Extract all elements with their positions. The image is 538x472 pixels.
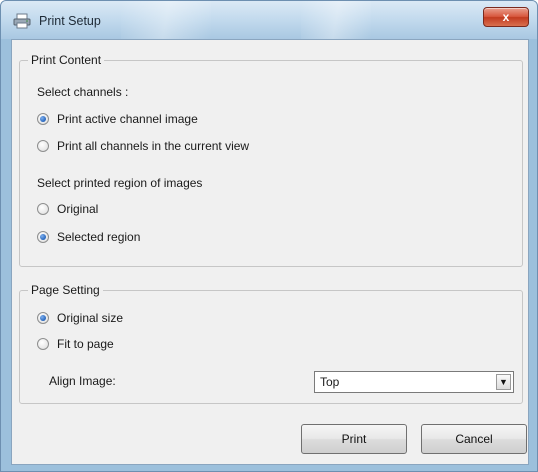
- title-bar[interactable]: Print Setup x: [1, 1, 537, 39]
- align-image-select[interactable]: Top ▼: [314, 371, 514, 393]
- close-icon: x: [502, 10, 510, 24]
- radio-checked-icon: [37, 312, 49, 324]
- radio-fit-to-page[interactable]: Fit to page: [37, 337, 114, 351]
- radio-label: Original size: [57, 311, 124, 325]
- print-content-legend: Print Content: [28, 53, 105, 67]
- print-button[interactable]: Print: [301, 424, 407, 454]
- window-title: Print Setup: [39, 14, 101, 28]
- title-glass-streak: [301, 1, 371, 39]
- select-channels-label: Select channels :: [37, 85, 129, 99]
- radio-unchecked-icon: [37, 140, 49, 152]
- page-setting-legend: Page Setting: [28, 283, 103, 297]
- radio-region-selected[interactable]: Selected region: [37, 230, 140, 244]
- print-setup-dialog: Print Setup x Print Content Select chann…: [0, 0, 538, 472]
- align-image-label: Align Image:: [49, 374, 116, 388]
- dropdown-arrow-icon[interactable]: ▼: [496, 374, 511, 390]
- radio-unchecked-icon: [37, 203, 49, 215]
- radio-unchecked-icon: [37, 338, 49, 350]
- select-region-label: Select printed region of images: [37, 176, 203, 190]
- title-glass-streak: [121, 1, 211, 39]
- radio-print-active-channel[interactable]: Print active channel image: [37, 112, 198, 126]
- radio-label: Selected region: [57, 230, 141, 244]
- radio-original-size[interactable]: Original size: [37, 311, 123, 325]
- align-image-value: Top: [320, 375, 340, 389]
- close-button[interactable]: x: [483, 7, 529, 27]
- radio-label: Fit to page: [57, 337, 114, 351]
- radio-checked-icon: [37, 113, 49, 125]
- radio-region-original[interactable]: Original: [37, 202, 98, 216]
- radio-print-all-channels[interactable]: Print all channels in the current view: [37, 139, 249, 153]
- radio-label: Original: [57, 202, 99, 216]
- dialog-client-area: Print Content Select channels : Print ac…: [11, 39, 529, 465]
- printer-icon: [13, 13, 31, 29]
- radio-label: Print all channels in the current view: [57, 139, 250, 153]
- radio-label: Print active channel image: [57, 112, 198, 126]
- radio-checked-icon: [37, 231, 49, 243]
- cancel-button[interactable]: Cancel: [421, 424, 527, 454]
